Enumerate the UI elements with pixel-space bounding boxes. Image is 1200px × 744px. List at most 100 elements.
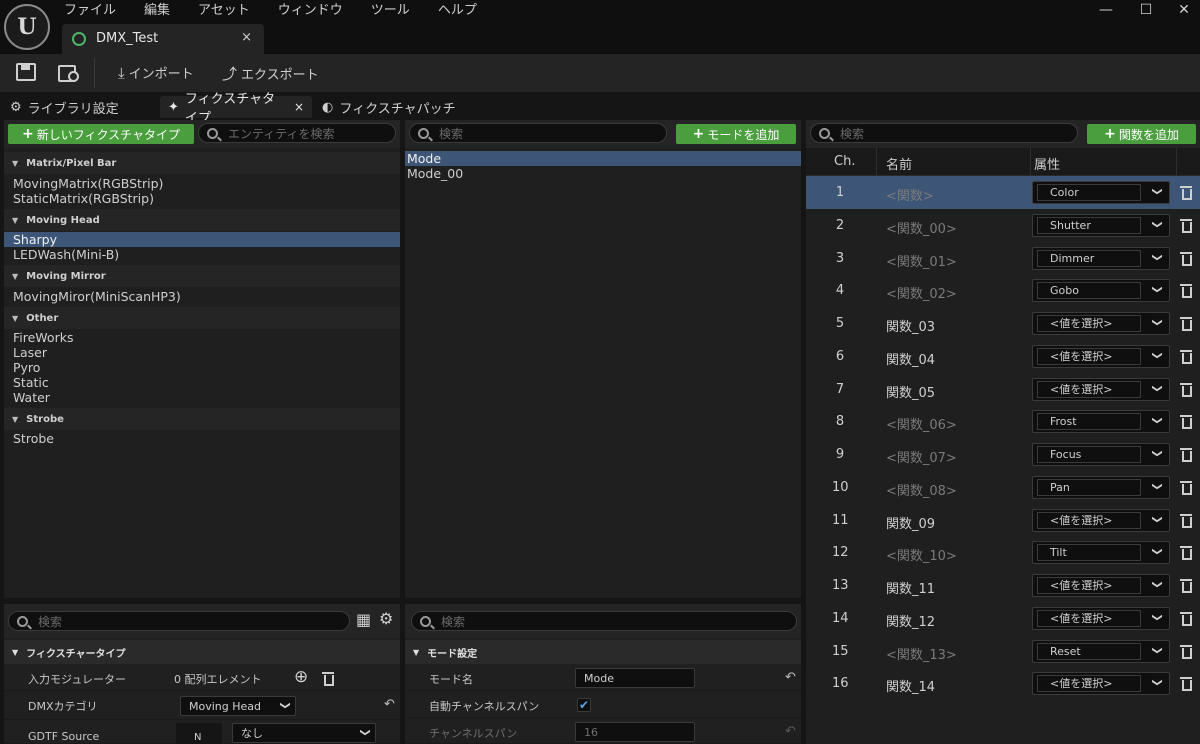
menu-edit[interactable]: 編集 [144,2,170,20]
maximize-button[interactable]: ☐ [1136,2,1156,18]
trash-icon[interactable] [1180,446,1192,462]
function-search-input[interactable]: 検索 [810,123,1078,143]
list-item-selected[interactable]: Sharpy [4,232,400,247]
list-item[interactable]: LEDWash(Mini-B) [4,247,400,262]
tab-fixture-patch[interactable]: ◐ フィクスチャパッチ [314,96,464,118]
attribute-dropdown[interactable]: <値を選択> ❯ [1032,377,1170,401]
auto-channel-span-checkbox[interactable]: ✔ [577,698,591,712]
list-item[interactable]: Static [4,375,400,390]
attribute-dropdown[interactable]: <値を選択> ❯ [1032,672,1170,696]
document-tab[interactable]: DMX_Test × [62,24,264,54]
gdtf-asset-thumbnail[interactable]: N [176,723,222,744]
column-name[interactable]: 名前 [886,154,912,173]
channel-span-input[interactable]: 16 [575,722,695,742]
attribute-dropdown[interactable]: Reset ❯ [1032,639,1170,663]
table-row[interactable]: 14 関数_12 <値を選択> ❯ [806,602,1200,635]
trash-icon[interactable] [1180,413,1192,430]
trash-icon[interactable] [322,670,334,686]
table-row[interactable]: 5 関数_03 <値を選択> ❯ [806,307,1200,340]
function-name[interactable]: <関数_01> [886,251,957,270]
function-name[interactable]: 関数_12 [886,611,935,630]
table-row[interactable]: 13 関数_11 <値を選択> ❯ [806,569,1200,602]
list-item[interactable]: MovingMiror(MiniScanHP3) [4,289,400,304]
function-name[interactable]: <関数_06> [886,414,957,433]
menu-asset[interactable]: アセット [198,2,250,20]
attribute-dropdown[interactable]: <値を選択> ❯ [1032,606,1170,630]
tab-fixture-type[interactable]: ✦ フィクスチャタイプ × [160,92,312,126]
reset-icon[interactable]: ↶ [785,670,796,685]
trash-icon[interactable] [1180,184,1192,200]
table-row[interactable]: 2 <関数_00> Shutter ❯ [806,209,1200,242]
table-row[interactable]: 12 <関数_10> Tilt ❯ [806,536,1200,569]
trash-icon[interactable] [1180,250,1192,266]
new-fixture-type-button[interactable]: + 新しいフィクスチャタイプ [8,124,194,144]
column-ch[interactable]: Ch. [834,154,855,169]
list-item[interactable]: Laser [4,345,400,360]
function-name[interactable]: 関数_04 [886,349,935,368]
list-item[interactable]: MovingMatrix(RGBStrip) [4,176,400,191]
attribute-dropdown[interactable]: <値を選択> ❯ [1032,574,1170,597]
function-name[interactable]: <関数> [886,185,934,204]
list-item[interactable]: Mode_00 [405,166,801,181]
menu-window[interactable]: ウィンドウ [278,2,343,20]
table-row[interactable]: 4 <関数_02> Gobo ❯ [806,274,1200,307]
trash-icon[interactable] [1180,544,1192,561]
entity-search-input[interactable]: エンティティを検索 [198,123,396,143]
minimize-button[interactable]: — [1096,2,1116,18]
close-window-button[interactable]: ✕ [1174,2,1194,18]
browse-content-icon[interactable] [58,63,79,82]
table-row[interactable]: 11 関数_09 <値を選択> ❯ [806,504,1200,537]
table-row[interactable]: 6 関数_04 <値を選択> ❯ [806,340,1200,373]
function-name[interactable]: <関数_10> [886,545,957,564]
list-item[interactable]: Strobe [4,431,400,446]
function-name[interactable]: 関数_03 [886,316,935,335]
grid-view-icon[interactable]: ▦ [356,610,371,629]
trash-icon[interactable] [1180,675,1192,692]
attribute-dropdown[interactable]: <値を選択> ❯ [1032,508,1170,532]
function-name[interactable]: <関数_00> [886,218,957,237]
attribute-dropdown[interactable]: Dimmer ❯ [1032,246,1170,270]
trash-icon[interactable] [1180,381,1192,397]
attribute-dropdown[interactable]: Frost ❯ [1032,410,1170,434]
menu-file[interactable]: ファイル [64,2,116,20]
category-matrix-pixel-bar[interactable]: ▼ Matrix/Pixel Bar [4,152,400,174]
function-name[interactable]: <関数_13> [886,644,957,663]
list-item[interactable]: Water [4,390,400,405]
add-function-button[interactable]: + 関数を追加 [1087,124,1196,144]
trash-icon[interactable] [1180,217,1192,233]
list-item[interactable]: StaticMatrix(RGBStrip) [4,191,400,206]
export-button[interactable]: ⤴ エクスポート [222,63,319,84]
trash-icon[interactable] [1180,348,1192,364]
function-name[interactable]: <関数_07> [886,447,957,466]
trash-icon[interactable] [1180,643,1192,659]
table-row[interactable]: 3 <関数_01> Dimmer ❯ [806,242,1200,275]
table-row[interactable]: 7 関数_05 <値を選択> ❯ [806,373,1200,406]
import-button[interactable]: ⤓ インポート [118,63,194,83]
function-name[interactable]: <関数_02> [886,283,957,302]
trash-icon[interactable] [1180,315,1192,331]
gdtf-source-dropdown[interactable]: なし ❯ [232,723,376,743]
table-row[interactable]: 10 <関数_08> Pan ❯ [806,471,1200,504]
trash-icon[interactable] [1180,282,1192,299]
function-name[interactable]: 関数_14 [886,676,935,695]
attribute-dropdown[interactable]: <値を選択> ❯ [1032,344,1170,368]
attribute-dropdown[interactable]: Shutter ❯ [1032,213,1170,237]
attribute-dropdown[interactable]: Focus ❯ [1032,443,1170,466]
function-name[interactable]: 関数_11 [886,578,935,597]
details-search-input[interactable]: 検索 [8,611,350,631]
table-row[interactable]: 8 <関数_06> Frost ❯ [806,405,1200,438]
category-strobe[interactable]: ▼ Strobe [4,408,400,430]
menu-help[interactable]: ヘルプ [438,2,477,20]
mode-details-search-input[interactable]: 検索 [411,611,797,631]
table-row[interactable]: 15 <関数_13> Reset ❯ [806,635,1200,668]
tab-library-settings[interactable]: ⚙ ライブラリ設定 [2,96,127,118]
fixture-type-section[interactable]: ▼ フィクスチャータイプ [4,640,400,664]
document-tab-close-icon[interactable]: × [241,30,252,45]
table-row-selected[interactable]: 1 <関数> Color ❯ [806,176,1200,209]
gear-icon[interactable]: ⚙ [379,609,393,628]
category-moving-mirror[interactable]: ▼ Moving Mirror [4,265,400,287]
column-attribute[interactable]: 属性 [1034,154,1060,173]
list-item[interactable]: Pyro [4,360,400,375]
attribute-dropdown[interactable]: Pan ❯ [1032,475,1170,499]
table-row[interactable]: 9 <関数_07> Focus ❯ [806,438,1200,471]
